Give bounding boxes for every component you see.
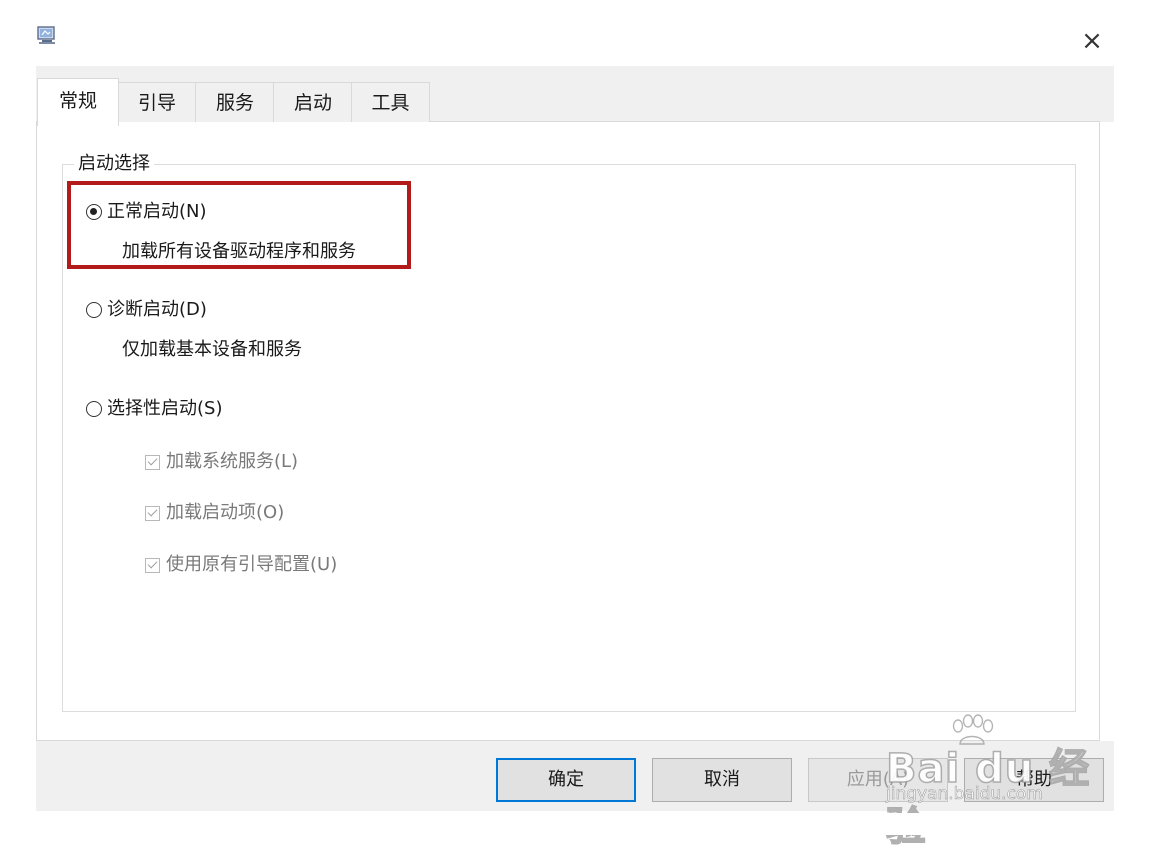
checkbox-checked-icon (145, 557, 160, 573)
checkbox-checked-icon (145, 454, 160, 470)
use-original-boot-config-label: 使用原有引导配置(U) (166, 554, 338, 575)
tab-label: 引导 (137, 92, 176, 114)
bottom-cropped-strip (0, 813, 1150, 835)
startup-selection-legend: 启动选择 (74, 153, 154, 175)
msconfig-app-icon (37, 26, 55, 44)
radio-unselected-icon (86, 302, 102, 318)
load-startup-items-checkbox[interactable]: 加载启动项(O) (145, 501, 284, 525)
cancel-button[interactable]: 取消 (652, 758, 792, 802)
load-system-services-checkbox[interactable]: 加载系统服务(L) (145, 450, 298, 474)
selective-startup-label: 选择性启动(S) (107, 398, 223, 419)
load-startup-items-label: 加载启动项(O) (166, 502, 285, 523)
tab-label: 常规 (58, 90, 97, 112)
diagnostic-startup-description: 仅加载基本设备和服务 (122, 339, 302, 360)
use-original-boot-config-checkbox[interactable]: 使用原有引导配置(U) (145, 553, 337, 577)
tab-tools[interactable]: 工具 (351, 82, 430, 122)
help-button[interactable]: 帮助 (964, 758, 1104, 802)
checkbox-checked-icon (145, 505, 160, 521)
tab-startup[interactable]: 启动 (273, 82, 353, 122)
diagnostic-startup-radio[interactable]: 诊断启动(D) (86, 297, 207, 323)
ok-button[interactable]: 确定 (496, 758, 636, 802)
tab-label: 工具 (371, 92, 410, 114)
selective-startup-radio[interactable]: 选择性启动(S) (86, 396, 222, 422)
tab-label: 启动 (293, 92, 332, 114)
apply-button[interactable]: 应用(A) (808, 758, 948, 802)
tab-services[interactable]: 服务 (195, 82, 275, 122)
close-icon: × (1081, 26, 1103, 56)
close-button[interactable]: × (1074, 24, 1110, 58)
tab-general[interactable]: 常规 (37, 78, 119, 126)
load-system-services-label: 加载系统服务(L) (166, 451, 299, 472)
tab-boot[interactable]: 引导 (117, 82, 197, 122)
tab-label: 服务 (215, 92, 254, 114)
radio-unselected-icon (86, 401, 102, 417)
diagnostic-startup-label: 诊断启动(D) (107, 299, 207, 320)
annotation-highlight-box (67, 181, 411, 269)
